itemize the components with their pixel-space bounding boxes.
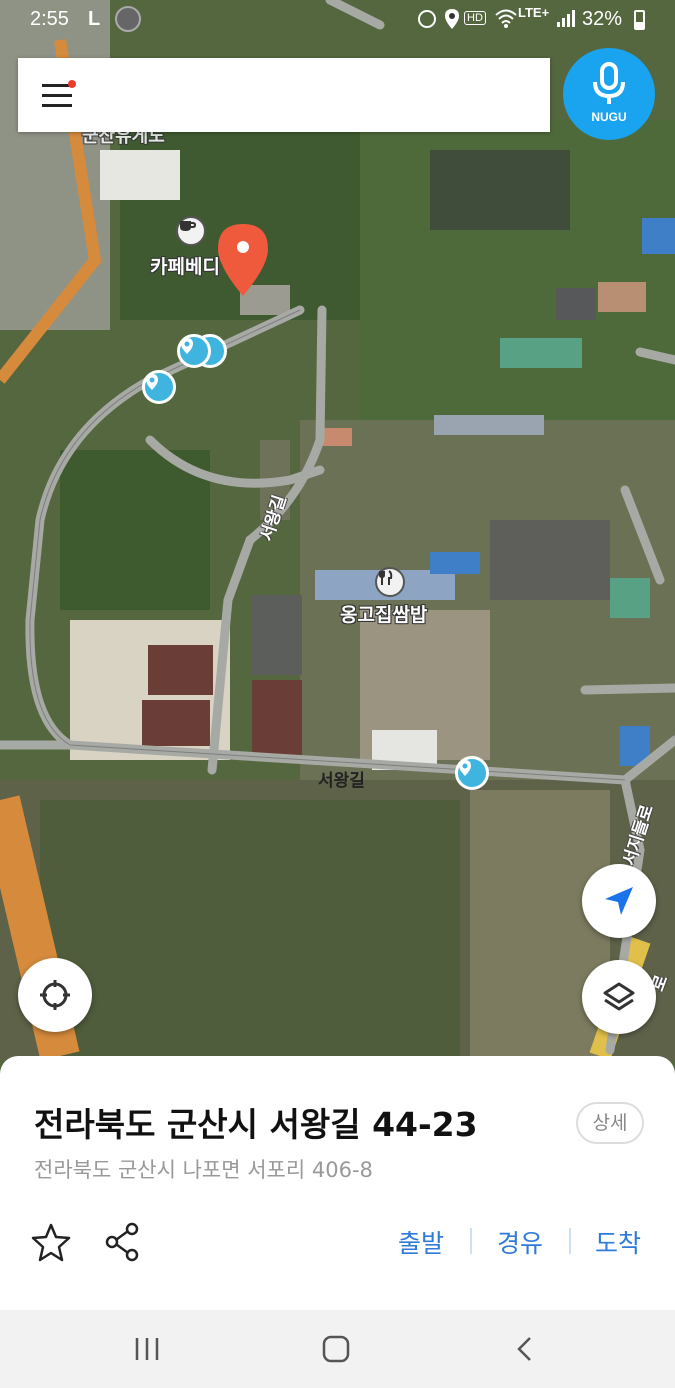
crosshair-icon <box>40 980 70 1010</box>
status-time: 2:55 <box>30 8 69 30</box>
poi-pin-4[interactable] <box>455 756 489 790</box>
layers-icon <box>603 982 635 1011</box>
departure-button[interactable]: 출발 <box>398 1224 444 1260</box>
divider <box>569 1228 571 1254</box>
nugu-label: NUGU <box>591 110 627 124</box>
poi-pin-3[interactable] <box>142 370 176 404</box>
favorite-button[interactable] <box>30 1221 72 1263</box>
network-type: LTE+ <box>518 5 550 20</box>
current-location-button[interactable] <box>18 958 92 1032</box>
address-main: 전라북도 군산시 서왕길 44-23 <box>34 1105 478 1144</box>
divider <box>470 1228 472 1254</box>
road-label-horizontal: 서왕길 <box>318 771 365 791</box>
system-nav-bar <box>0 1310 675 1388</box>
battery-percent: 32% <box>582 8 623 30</box>
arrival-button[interactable]: 도착 <box>595 1224 641 1260</box>
layers-button[interactable] <box>582 960 656 1034</box>
nugu-voice-button[interactable]: NUGU <box>563 48 655 140</box>
selected-location-pin-icon[interactable] <box>216 222 270 298</box>
hamburger-menu-icon[interactable] <box>40 80 76 110</box>
navigation-arrow-icon <box>605 887 633 915</box>
poi-pin-2[interactable] <box>177 334 211 368</box>
back-icon <box>517 1337 531 1361</box>
recent-apps-icon <box>135 1338 159 1360</box>
microphone-icon <box>593 62 625 104</box>
back-button[interactable] <box>506 1332 546 1366</box>
place-info-sheet: 전라북도 군산시 서왕길 44-23 상세 전라북도 군산시 나포면 서포리 4… <box>0 1056 675 1310</box>
status-bar: 2:55 L HD LTE+ 32% <box>0 0 675 40</box>
recent-apps-button[interactable] <box>128 1332 168 1366</box>
notification-l-icon: L <box>88 8 101 30</box>
restaurant-label[interactable]: 옹고집쌈밥 <box>340 600 427 627</box>
alarm-icon <box>418 10 436 28</box>
home-button[interactable] <box>316 1332 356 1366</box>
location-icon <box>444 8 460 36</box>
home-icon <box>322 1335 350 1363</box>
signal-icon <box>556 8 576 34</box>
wifi-icon <box>494 8 518 34</box>
share-button[interactable] <box>102 1221 144 1263</box>
gallery-icon <box>115 6 141 32</box>
waypoint-button[interactable]: 경유 <box>497 1224 543 1260</box>
battery-icon <box>634 10 645 30</box>
navigate-button[interactable] <box>582 864 656 938</box>
share-icon <box>105 1222 139 1262</box>
restaurant-icon[interactable] <box>375 567 405 597</box>
detail-button[interactable]: 상세 <box>576 1102 644 1144</box>
cafe-icon[interactable] <box>176 216 206 246</box>
star-icon <box>31 1223 71 1262</box>
hd-icon: HD <box>464 11 486 25</box>
search-bar[interactable] <box>18 58 550 132</box>
notification-dot <box>68 80 76 88</box>
address-sub: 전라북도 군산시 나포면 서포리 406-8 <box>34 1158 373 1182</box>
cafe-label[interactable]: 카페베디 <box>150 252 220 279</box>
